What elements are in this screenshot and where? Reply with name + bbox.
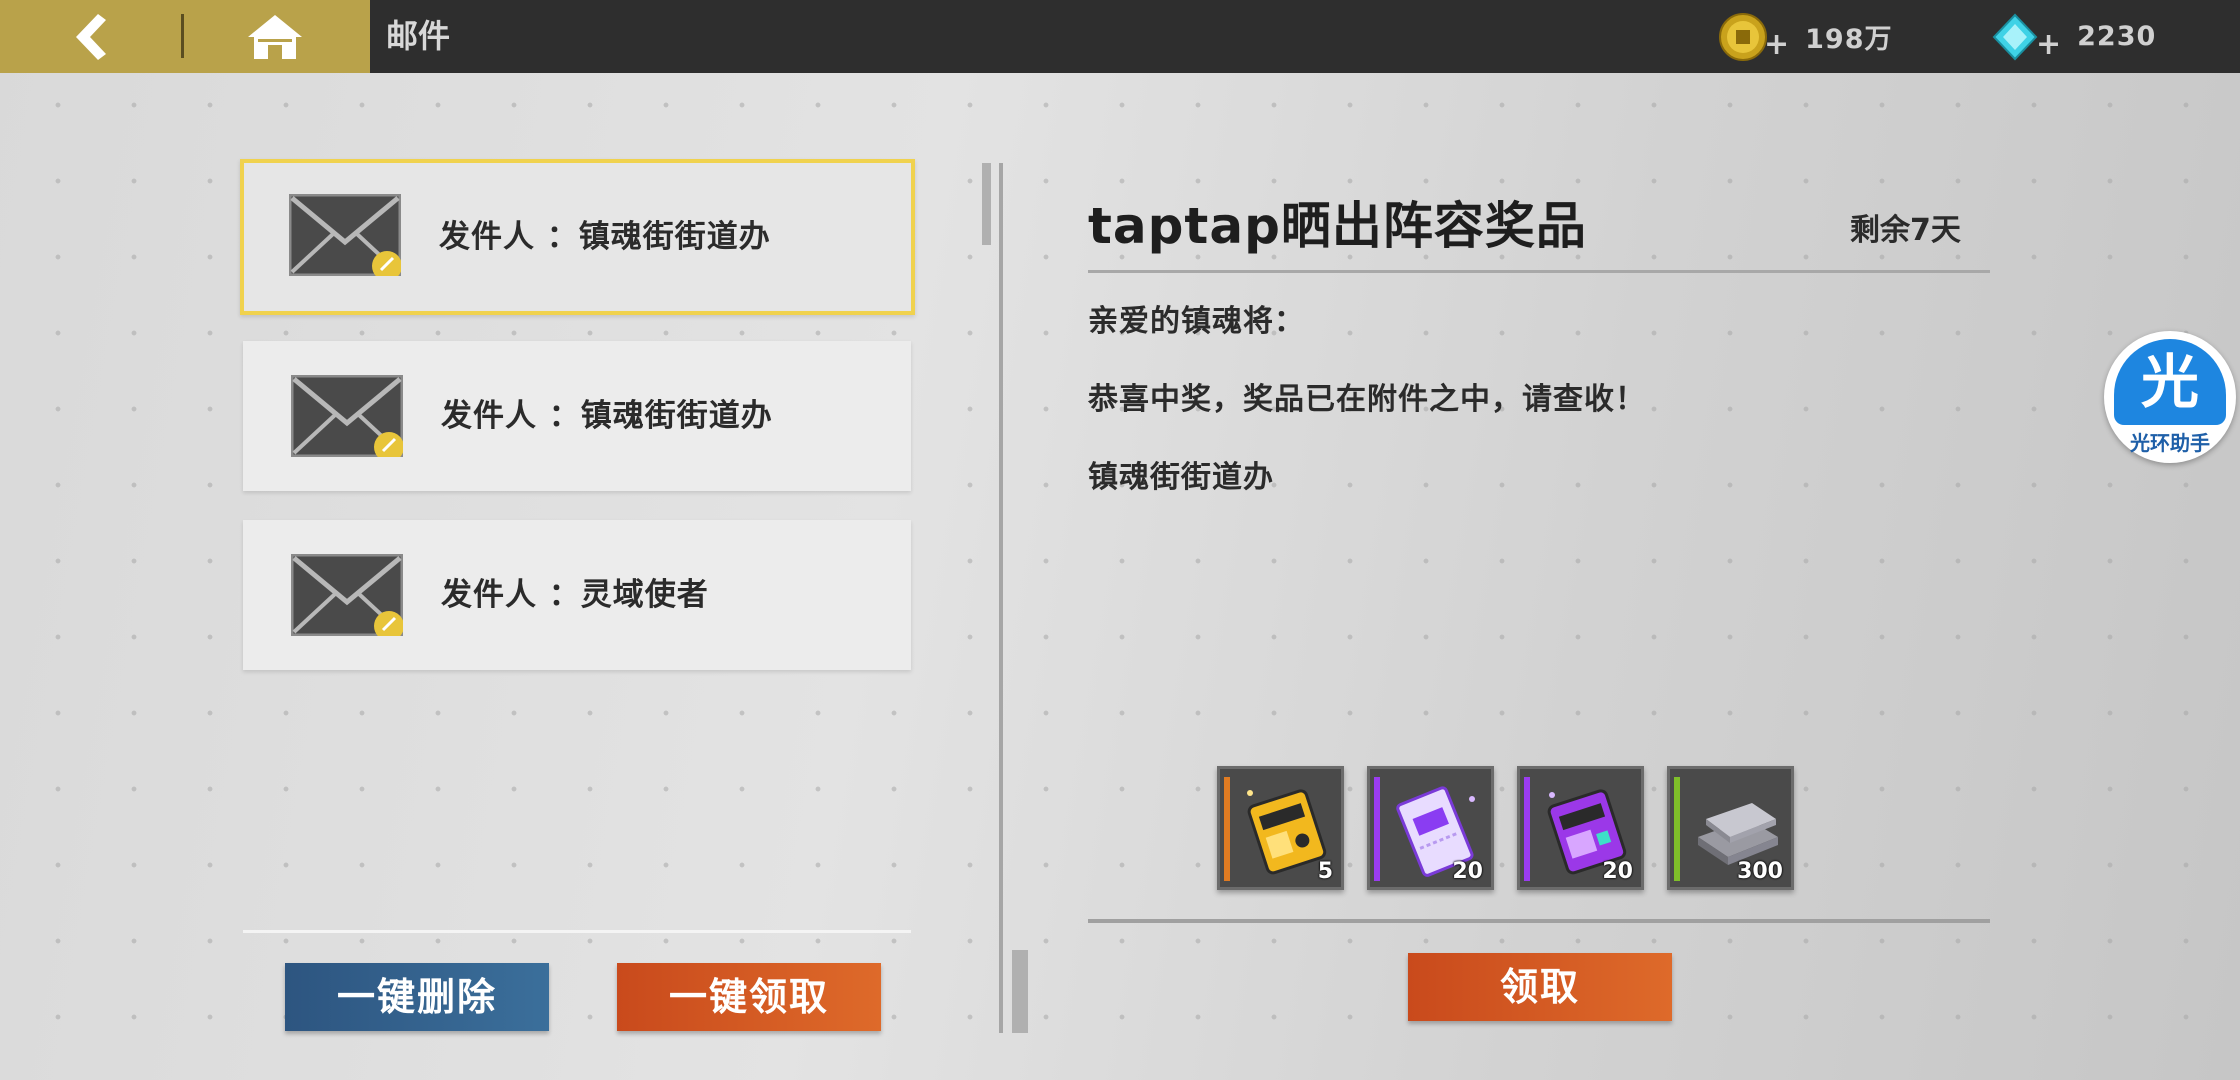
mail-sender: 发件人 ：镇魂街街道办	[441, 398, 773, 434]
mail-sender: 发件人 ：镇魂街街道办	[439, 219, 771, 255]
envelope-icon	[291, 554, 403, 636]
rarity-stripe	[1674, 777, 1680, 881]
reward-quantity: 20	[1602, 859, 1633, 884]
title-divider	[1088, 270, 1990, 273]
reward-quantity: 20	[1452, 859, 1483, 884]
mail-sender: 发件人 ：灵域使者	[441, 577, 709, 613]
halo-assistant-icon: 光 光环助手	[2104, 331, 2236, 463]
reward-quantity: 5	[1317, 859, 1333, 884]
claim-button[interactable]: 领取	[1408, 953, 1672, 1021]
mail-body: 恭喜中奖，奖品已在附件之中，请查收！	[1088, 382, 1646, 417]
nav-divider	[181, 14, 184, 58]
add-gold-icon[interactable]: +	[1764, 27, 1789, 62]
gold-value: 198万	[1805, 24, 1893, 55]
home-icon	[248, 14, 302, 59]
mail-title: taptap晒出阵容奖品	[1088, 197, 1587, 255]
rewards-divider	[1088, 919, 1990, 923]
rarity-stripe	[1524, 777, 1530, 881]
mail-item-2[interactable]: 发件人 ：镇魂街街道办	[243, 341, 911, 491]
delete-all-button[interactable]: 一键删除	[285, 963, 549, 1031]
rarity-stripe	[1224, 777, 1230, 881]
back-button[interactable]	[40, 0, 140, 73]
mail-item-1[interactable]: 发件人 ：镇魂街街道办	[240, 159, 915, 315]
top-bar: 邮件 + 198万 + 2230	[0, 0, 2240, 73]
gold-currency[interactable]: + 198万	[1718, 0, 1893, 73]
add-gem-icon[interactable]: +	[2036, 27, 2061, 62]
mail-signature: 镇魂街街道办	[1088, 460, 1274, 495]
page-title: 邮件	[386, 17, 451, 55]
halo-assistant-button[interactable]: 光 光环助手	[2104, 331, 2240, 467]
diamond-icon	[1992, 13, 2038, 60]
reward-item-3[interactable]: 20	[1517, 766, 1644, 890]
reward-item-2[interactable]: 20	[1367, 766, 1494, 890]
back-arrow-icon	[76, 13, 106, 60]
mail-item-3[interactable]: 发件人 ：灵域使者	[243, 520, 911, 670]
list-divider	[243, 930, 911, 933]
gem-currency[interactable]: + 2230	[1990, 0, 2156, 73]
helper-label: 光环助手	[2130, 431, 2210, 455]
rarity-stripe	[1374, 777, 1380, 881]
envelope-icon	[291, 375, 403, 457]
claim-all-button[interactable]: 一键领取	[617, 963, 881, 1031]
home-button[interactable]	[230, 0, 320, 73]
coin-icon	[1719, 12, 1767, 61]
mail-greeting: 亲爱的镇魂将：	[1088, 304, 1305, 339]
panel-divider	[999, 163, 1003, 1033]
remaining-days: 剩余7天	[1850, 213, 1961, 248]
detail-scrollbar[interactable]	[1012, 950, 1028, 1033]
helper-glyph: 光	[2114, 339, 2226, 425]
reward-item-1[interactable]: 5	[1217, 766, 1344, 890]
gem-value: 2230	[2077, 21, 2157, 52]
envelope-icon	[289, 194, 401, 276]
reward-quantity: 300	[1737, 859, 1783, 884]
reward-item-4[interactable]: 300	[1667, 766, 1794, 890]
mail-list-scrollbar[interactable]	[982, 163, 991, 245]
